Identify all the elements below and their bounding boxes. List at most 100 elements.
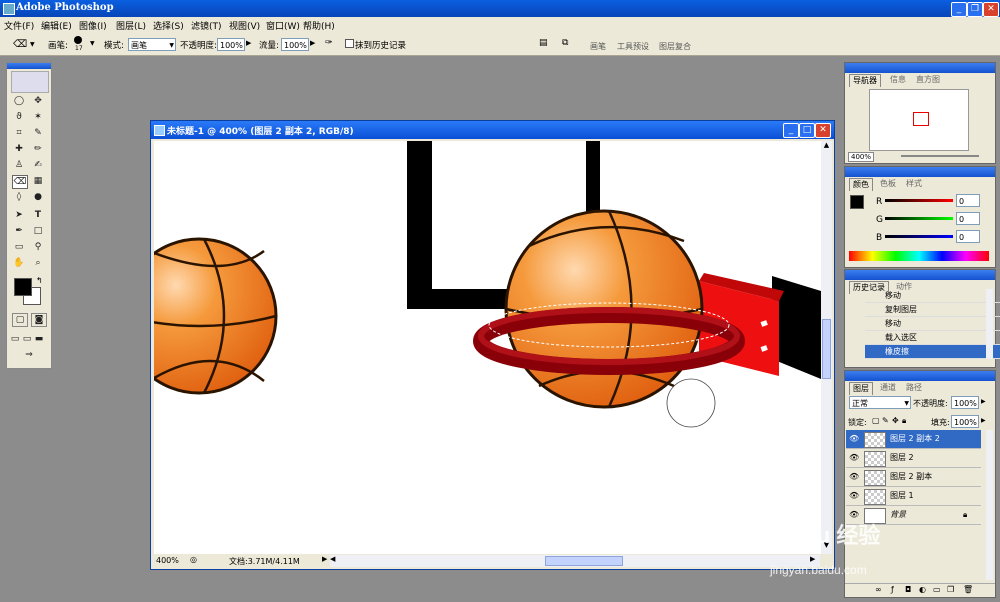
layer-mask-icon[interactable]: ◘: [905, 585, 911, 594]
layers-scrollbar[interactable]: [986, 430, 993, 580]
brush-tool-icon[interactable]: ✏: [31, 143, 45, 155]
delete-layer-icon[interactable]: 🗑︎: [963, 585, 973, 594]
layer-opacity-arrow-icon[interactable]: ▶: [981, 398, 986, 405]
eraser-tool-icon-active[interactable]: ⌫: [12, 175, 28, 189]
tab-paths[interactable]: 路径: [903, 382, 925, 394]
eyedropper-tool-icon[interactable]: ⚲: [31, 241, 45, 253]
menu-edit[interactable]: 编辑(E): [41, 19, 72, 32]
lock-position-icon[interactable]: ✥: [892, 416, 899, 425]
horizontal-scroll-thumb[interactable]: [545, 556, 623, 566]
menu-file[interactable]: 文件(F): [4, 19, 34, 32]
menu-window[interactable]: 窗口(W): [266, 19, 300, 32]
history-scrollbar[interactable]: [986, 289, 993, 359]
restore-button[interactable]: ❐: [967, 2, 983, 17]
tab-layer-comps[interactable]: 图层复合: [659, 41, 691, 52]
history-brush-tool-icon[interactable]: ✍: [31, 159, 45, 171]
zoom-tool-icon[interactable]: ⌕: [31, 257, 45, 269]
path-selection-tool-icon[interactable]: ➤: [12, 209, 26, 221]
hand-tool-icon[interactable]: ✋: [12, 257, 26, 269]
blue-value[interactable]: 0: [956, 230, 980, 243]
tab-color[interactable]: 颜色: [849, 178, 873, 191]
visibility-eye-icon[interactable]: 👁︎: [849, 468, 859, 486]
healing-brush-tool-icon[interactable]: ✚: [12, 143, 26, 155]
opacity-input[interactable]: 100%: [217, 38, 245, 51]
close-button[interactable]: ✕: [983, 2, 999, 17]
red-slider[interactable]: [885, 199, 953, 202]
history-item[interactable]: 载入选区: [865, 331, 1000, 345]
color-foreground-swatch[interactable]: [850, 195, 864, 209]
pen-tool-icon[interactable]: ✒: [12, 225, 26, 237]
lock-pixels-icon[interactable]: ✎: [882, 416, 889, 425]
history-item[interactable]: 移动: [865, 317, 1000, 331]
foreground-color-swatch[interactable]: [14, 278, 32, 296]
tab-info[interactable]: 信息: [887, 74, 909, 86]
layer-row-active[interactable]: 👁︎ 图层 2 副本 2: [846, 430, 981, 449]
status-menu-arrow-icon[interactable]: ▶: [322, 555, 327, 563]
flow-slider-arrow-icon[interactable]: ▶: [310, 39, 315, 47]
magic-wand-tool-icon[interactable]: ✶: [31, 111, 45, 123]
scroll-left-icon[interactable]: ◀: [330, 555, 335, 563]
doc-maximize-button[interactable]: □: [799, 123, 815, 138]
new-layer-icon[interactable]: ❐: [947, 585, 954, 594]
link-layers-icon[interactable]: ∞: [875, 585, 882, 594]
shape-tool-icon[interactable]: □: [31, 225, 45, 237]
slice-tool-icon[interactable]: ✎: [31, 127, 45, 139]
navigator-view-box[interactable]: [913, 112, 929, 126]
tab-layers[interactable]: 图层: [849, 382, 873, 395]
tab-swatches[interactable]: 色板: [877, 178, 899, 190]
screen-mode-3-icon[interactable]: ▬: [34, 333, 44, 345]
tab-navigator[interactable]: 导航器: [849, 74, 881, 87]
blur-tool-icon[interactable]: ◊: [12, 191, 26, 203]
doc-minimize-button[interactable]: _: [783, 123, 799, 138]
vertical-scrollbar[interactable]: ▲ ▼: [821, 141, 832, 554]
clone-stamp-tool-icon[interactable]: ♙: [12, 159, 26, 171]
visibility-eye-icon[interactable]: 👁︎: [849, 487, 859, 505]
history-item[interactable]: 复制图层: [865, 303, 1000, 317]
green-slider[interactable]: [885, 217, 953, 220]
layer-row[interactable]: 👁︎ 图层 2 副本: [846, 468, 981, 487]
blend-mode-select[interactable]: 正常 ▼: [849, 396, 911, 409]
notes-tool-icon[interactable]: ▭: [12, 241, 26, 253]
file-browser-icon[interactable]: ▤: [539, 38, 548, 48]
brush-picker-chevron-icon[interactable]: ▼: [90, 40, 95, 47]
layer-style-icon[interactable]: ƒ: [891, 585, 894, 594]
dodge-tool-icon[interactable]: ●: [31, 191, 45, 203]
gradient-tool-icon[interactable]: ▦: [31, 175, 45, 187]
menu-help[interactable]: 帮助(H): [303, 19, 335, 32]
eraser-tool-icon[interactable]: ⌫: [13, 39, 27, 50]
blue-slider[interactable]: [885, 235, 953, 238]
zoom-level[interactable]: 400%: [156, 556, 179, 565]
menu-select[interactable]: 选择(S): [153, 19, 184, 32]
quick-mask-icon[interactable]: ◙: [31, 313, 47, 327]
mode-select[interactable]: 画笔 ▼: [128, 38, 176, 51]
tab-histogram[interactable]: 直方图: [913, 74, 943, 86]
adjustment-layer-icon[interactable]: ◐: [919, 585, 926, 594]
fill-input[interactable]: 100%: [951, 415, 979, 428]
tab-styles[interactable]: 样式: [903, 178, 925, 190]
minimize-button[interactable]: _: [951, 2, 967, 17]
brush-preview-icon[interactable]: [74, 36, 82, 44]
scroll-right-icon[interactable]: ▶: [810, 555, 815, 563]
doc-close-button[interactable]: ✕: [815, 123, 831, 138]
palette-well-icon[interactable]: ⧉: [562, 38, 568, 48]
red-value[interactable]: 0: [956, 194, 980, 207]
type-tool-icon[interactable]: T: [31, 209, 45, 221]
fill-arrow-icon[interactable]: ▶: [981, 417, 986, 424]
color-panel-header[interactable]: [845, 167, 995, 177]
menu-image[interactable]: 图像(I): [79, 19, 107, 32]
navigator-thumbnail[interactable]: [869, 89, 969, 151]
horizontal-scrollbar[interactable]: ◀ ▶: [330, 555, 820, 567]
history-item[interactable]: 移动: [865, 289, 1000, 303]
layer-row[interactable]: 👁︎ 图层 2: [846, 449, 981, 468]
screen-mode-2-icon[interactable]: ▭: [22, 333, 32, 345]
swap-colors-icon[interactable]: ↰: [36, 276, 43, 285]
tab-tool-presets[interactable]: 工具预设: [617, 41, 649, 52]
scroll-up-icon[interactable]: ▲: [821, 141, 832, 152]
flow-input[interactable]: 100%: [281, 38, 309, 51]
marquee-tool-icon[interactable]: ◯: [12, 95, 26, 107]
menu-view[interactable]: 视图(V): [229, 19, 260, 32]
vertical-scroll-thumb[interactable]: [822, 319, 831, 379]
erase-history-checkbox[interactable]: [345, 39, 354, 48]
green-value[interactable]: 0: [956, 212, 980, 225]
menu-filter[interactable]: 滤镜(T): [191, 19, 222, 32]
